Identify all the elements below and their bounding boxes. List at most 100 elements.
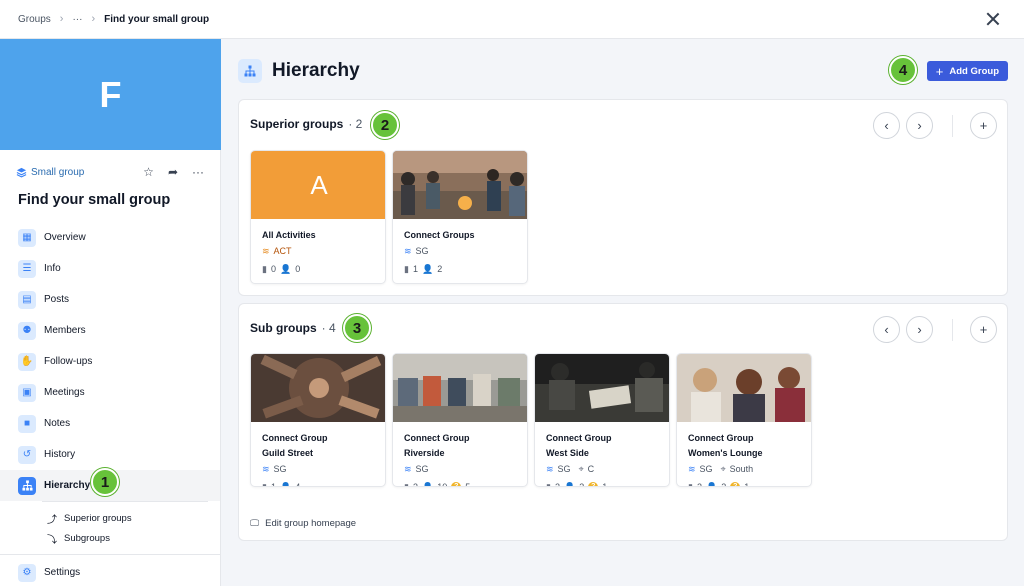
location-pin-icon: ⌖ (720, 464, 726, 474)
person-icon: 👤 (421, 264, 434, 274)
card-stat-b: 2 (437, 264, 443, 274)
card-type: SG (415, 464, 429, 474)
sidebar-item-label: Follow-ups (44, 356, 93, 367)
history-icon: ↺ (18, 445, 36, 464)
edit-link-label: Edit group homepage (265, 518, 357, 529)
card-stat-b: 2 (721, 482, 727, 487)
card-location: South (729, 464, 754, 474)
add-subgroup-button[interactable]: + (970, 316, 997, 343)
card-stat-a: 1 (270, 482, 276, 487)
superior-groups-panel: Superior groups · 2 ‹ › + A All Activiti… (238, 99, 1008, 296)
question-icon: ? (451, 482, 462, 486)
group-type-label[interactable]: Small group (31, 167, 84, 178)
layers-icon: ≋ (404, 464, 412, 474)
group-card-connect-groups[interactable]: Connect Groups ≋ SG ▮ 1 👤 2 (392, 150, 528, 284)
superior-groups-header: Superior groups · 2 (250, 117, 362, 131)
group-card-riverside[interactable]: Connect Group Riverside ≋ SG ▮ 3 👤 10 ? 5 (392, 353, 528, 487)
card-name-line2: Riverside (404, 448, 445, 458)
door-icon: ▮ (546, 482, 551, 487)
callout-badge: 1 (91, 468, 119, 496)
chevron-left-icon[interactable]: ‹ (873, 316, 900, 343)
note-icon: ■ (18, 414, 36, 433)
monitor-icon: 🖵 (250, 518, 260, 529)
section-title: Sub groups (250, 321, 317, 335)
group-card-guild-street[interactable]: Connect Group Guild Street ≋ SG ▮ 1 👤 4 (250, 353, 386, 487)
layers-icon: ≋ (546, 464, 554, 474)
sub-controls: ‹ › + (873, 316, 997, 343)
sidebar-item-overview[interactable]: ▦ Overview (0, 222, 220, 253)
door-icon: ▮ (262, 482, 267, 487)
card-stat-c: 1 (744, 482, 750, 487)
chevron-right-icon[interactable]: › (906, 112, 933, 139)
sidebar-item-label: Meetings (44, 387, 85, 398)
section-title: Superior groups (250, 117, 344, 131)
add-group-button[interactable]: + Add Group (926, 61, 1008, 81)
grid-icon: ▦ (18, 228, 36, 247)
person-icon: 👤 (279, 482, 292, 487)
door-icon: ▮ (262, 264, 267, 274)
door-icon: ▮ (404, 482, 409, 487)
breadcrumb-current: Find your small group (104, 13, 210, 25)
group-card-west-side[interactable]: Connect Group West Side ≋ SG ⌖ C ▮ 2 👤 3 ? 1 (534, 353, 670, 487)
plus-icon: + (935, 63, 944, 79)
arrow-down-icon: ⤵ (47, 534, 57, 546)
sidebar-item-history[interactable]: ↺ History (0, 439, 220, 470)
group-card-all-activities[interactable]: A All Activities ≋ ACT ▮ 0 👤 0 (250, 150, 386, 284)
card-stat-b: 0 (295, 264, 301, 274)
breadcrumb-root[interactable]: Groups (18, 14, 51, 25)
card-photo (677, 354, 811, 422)
callout-badge: 2 (371, 111, 399, 139)
more-icon[interactable]: ··· (192, 165, 204, 179)
divider (952, 114, 953, 137)
sidebar-nav: ▦ Overview ☰ Info ▤ Posts ⚉ Members ✋ Follow-… (0, 222, 220, 586)
sidebar-item-follow-ups[interactable]: ✋ Follow-ups (0, 346, 220, 377)
chevron-right-icon[interactable]: › (906, 316, 933, 343)
breadcrumb-ellipsis[interactable]: ··· (72, 14, 82, 25)
card-stat-a: 0 (270, 264, 276, 274)
layers-icon: ≋ (262, 464, 270, 474)
person-icon: 👤 (563, 482, 576, 487)
add-superior-button[interactable]: + (970, 112, 997, 139)
card-stat-b: 4 (295, 482, 301, 487)
person-icon: 👤 (421, 482, 434, 487)
sidebar-subitem-subgroups[interactable]: ⤵ Subgroups (0, 528, 220, 548)
divider (0, 554, 220, 555)
gear-icon: ⚙ (18, 563, 36, 582)
card-name-line2: Guild Street (262, 448, 314, 458)
hierarchy-icon (18, 476, 36, 495)
sidebar-item-info[interactable]: ☰ Info (0, 253, 220, 284)
card-letter: A (310, 169, 328, 200)
share-icon[interactable]: ➦ (168, 165, 178, 179)
sidebar-subitem-label: Subgroups (64, 532, 110, 544)
chevron-left-icon[interactable]: ‹ (873, 112, 900, 139)
card-name: Connect Group (262, 433, 328, 443)
star-icon[interactable]: ☆ (143, 165, 154, 179)
page-title: Hierarchy (272, 60, 360, 81)
calendar-icon: ▣ (18, 383, 36, 402)
card-stat-a: 3 (412, 482, 418, 487)
card-name-line2: Women's Lounge (688, 448, 763, 458)
sidebar-subitem-superior-groups[interactable]: ⤴ Superior groups (0, 508, 220, 528)
card-type: SG (699, 464, 713, 474)
sidebar-item-meetings[interactable]: ▣ Meetings (0, 377, 220, 408)
group-card-womens-lounge[interactable]: Connect Group Women's Lounge ≋ SG ⌖ South ▮… (676, 353, 812, 487)
sidebar-item-members[interactable]: ⚉ Members (0, 315, 220, 346)
group-cover: F (0, 39, 221, 150)
card-location: C (587, 464, 595, 474)
card-type: SG (415, 246, 429, 256)
layers-icon: ≋ (688, 464, 696, 474)
card-stat-a: 1 (412, 264, 418, 274)
sidebar-item-posts[interactable]: ▤ Posts (0, 284, 220, 315)
close-icon[interactable] (984, 10, 1002, 28)
sidebar-item-notes[interactable]: ■ Notes (0, 408, 220, 439)
sidebar-item-settings[interactable]: ⚙ Settings (0, 557, 220, 586)
sidebar-item-label: Overview (44, 232, 86, 243)
section-count: · 4 (321, 321, 336, 335)
edit-group-homepage-link[interactable]: 🖵 Edit group homepage (250, 518, 356, 529)
divider (42, 501, 208, 502)
sidebar-item-label: Hierarchy (44, 480, 91, 491)
card-stat-b: 3 (579, 482, 585, 487)
card-name: Connect Group (688, 433, 754, 443)
card-name: Connect Group (546, 433, 612, 443)
door-icon: ▮ (404, 264, 409, 274)
